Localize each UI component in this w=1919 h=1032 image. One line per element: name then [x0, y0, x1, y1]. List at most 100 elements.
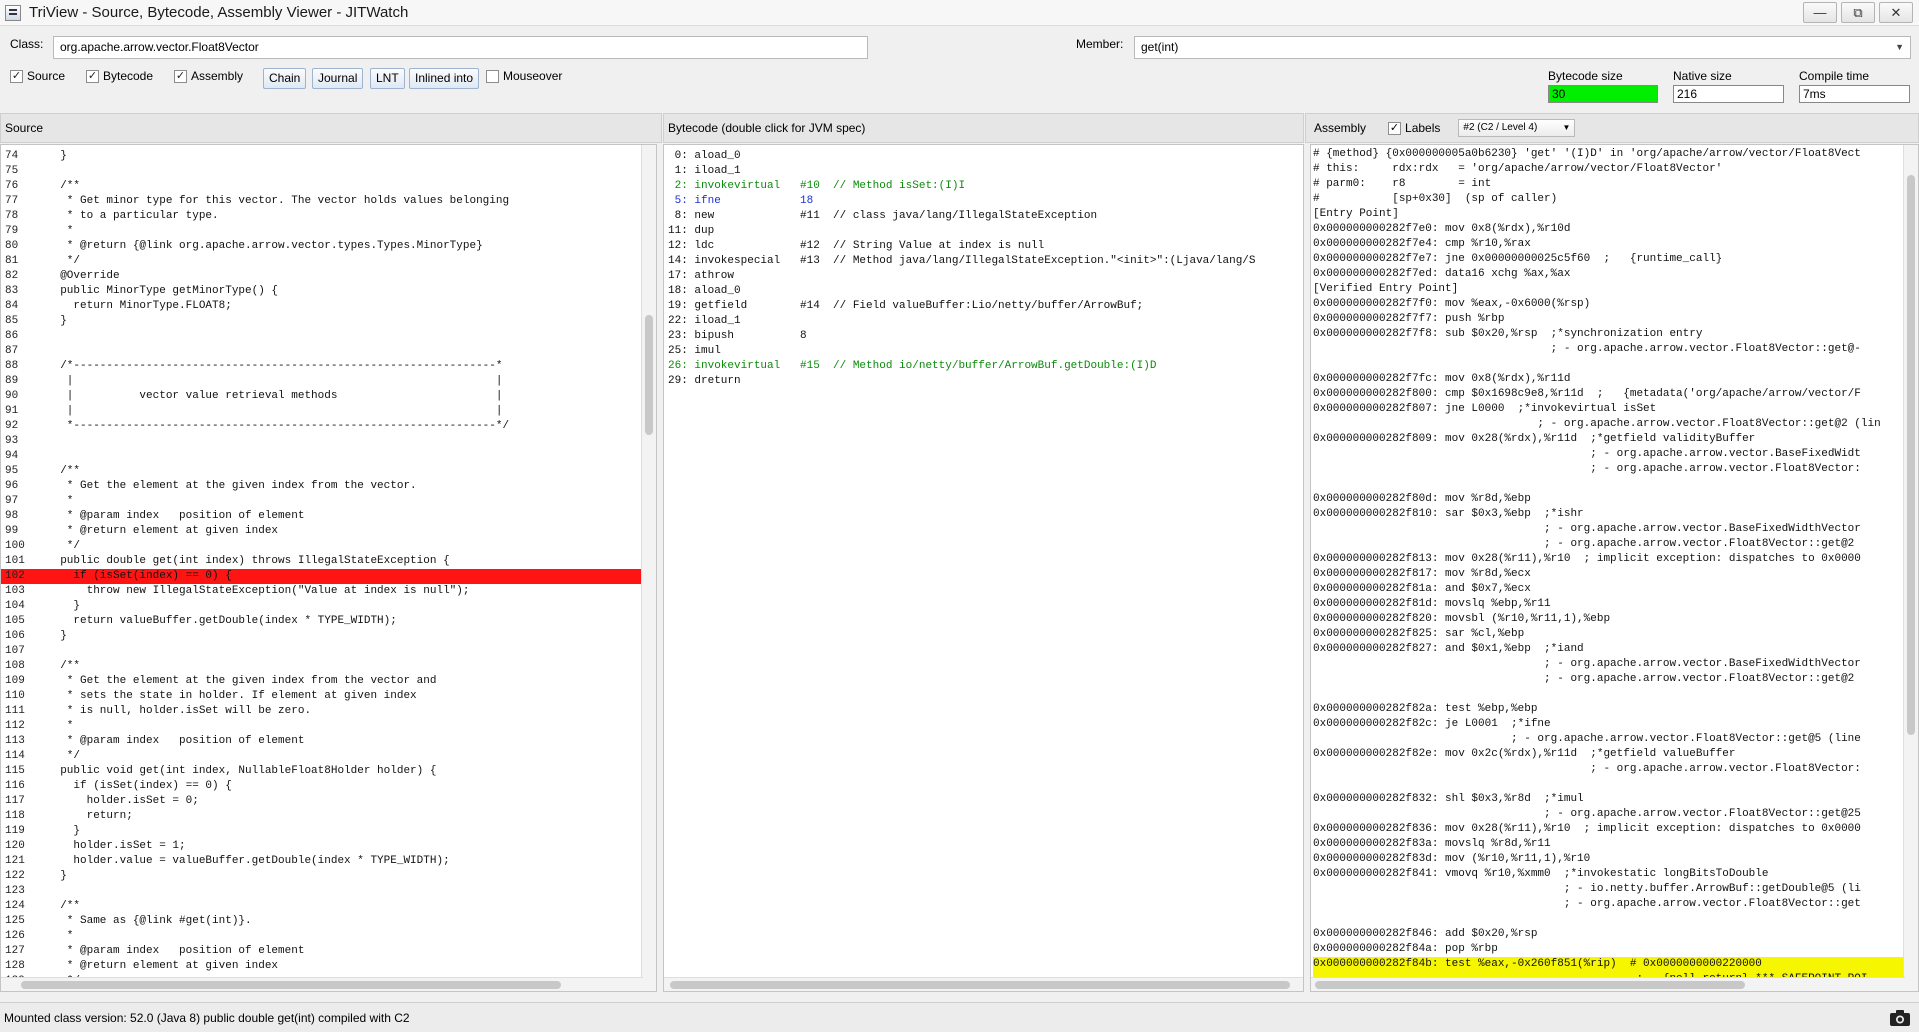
compile-level-select[interactable]: #2 (C2 / Level 4) ▼ [1458, 119, 1576, 137]
source-line[interactable]: 114 */ [1, 749, 656, 764]
source-line[interactable]: 80 * @return {@link org.apache.arrow.vec… [1, 239, 656, 254]
bytecode-instruction[interactable]: 26: invokevirtual #15 // Method io/netty… [668, 359, 1303, 374]
class-input[interactable]: org.apache.arrow.vector.Float8Vector [53, 36, 868, 59]
assembly-line[interactable]: ; - org.apache.arrow.vector.Float8Vector… [1313, 897, 1918, 912]
source-line[interactable]: 120 holder.isSet = 1; [1, 839, 656, 854]
source-line[interactable]: 118 return; [1, 809, 656, 824]
bytecode-instruction[interactable]: 5: ifne 18 [668, 194, 1303, 209]
source-line[interactable]: 126 * [1, 929, 656, 944]
assembly-line[interactable]: 0x000000000282f7fc: mov 0x8(%rdx),%r11d [1313, 372, 1918, 387]
assembly-line[interactable]: 0x000000000282f82e: mov 0x2c(%rdx),%r11d… [1313, 747, 1918, 762]
source-line[interactable]: 91 | | [1, 404, 656, 419]
source-line[interactable]: 123 [1, 884, 656, 899]
assembly-line[interactable]: [Verified Entry Point] [1313, 282, 1918, 297]
source-line[interactable]: 79 * [1, 224, 656, 239]
source-line[interactable]: 127 * @param index position of element [1, 944, 656, 959]
source-line-highlighted[interactable]: 102 if (isSet(index) == 0) { [1, 569, 656, 584]
scrollbar-thumb[interactable] [645, 315, 653, 435]
restore-button[interactable]: ⧉ [1841, 2, 1875, 23]
journal-button[interactable]: Journal [312, 68, 364, 89]
scrollbar-thumb[interactable] [1907, 175, 1915, 735]
assembly-line[interactable]: ; - org.apache.arrow.vector.Float8Vector… [1313, 732, 1918, 747]
assembly-line[interactable]: 0x000000000282f825: sar %cl,%ebp [1313, 627, 1918, 642]
assembly-line[interactable]: 0x000000000282f82a: test %ebp,%ebp [1313, 702, 1918, 717]
source-line[interactable]: 112 * [1, 719, 656, 734]
source-line[interactable]: 96 * Get the element at the given index … [1, 479, 656, 494]
assembly-line[interactable]: # parm0: r8 = int [1313, 177, 1918, 192]
camera-icon[interactable] [1889, 1009, 1911, 1027]
assembly-line[interactable]: # this: rdx:rdx = 'org/apache/arrow/vect… [1313, 162, 1918, 177]
assembly-line[interactable]: ; - org.apache.arrow.vector.BaseFixedWid… [1313, 657, 1918, 672]
assembly-line[interactable]: ; - org.apache.arrow.vector.Float8Vector… [1313, 537, 1918, 552]
bytecode-instruction[interactable]: 8: new #11 // class java/lang/IllegalSta… [668, 209, 1303, 224]
source-line[interactable]: 92 *------------------------------------… [1, 419, 656, 434]
assembly-pane[interactable]: # {method} {0x000000005a0b6230} 'get' '(… [1310, 144, 1919, 992]
source-line[interactable]: 122 } [1, 869, 656, 884]
source-line[interactable]: 75 [1, 164, 656, 179]
assembly-line[interactable]: 0x000000000282f807: jne L0000 ;*invokevi… [1313, 402, 1918, 417]
assembly-line[interactable]: 0x000000000282f7f8: sub $0x20,%rsp ;*syn… [1313, 327, 1918, 342]
assembly-line[interactable]: 0x000000000282f817: mov %r8d,%ecx [1313, 567, 1918, 582]
source-line[interactable]: 108 /** [1, 659, 656, 674]
scrollbar-thumb[interactable] [21, 981, 561, 989]
source-line[interactable]: 77 * Get minor type for this vector. The… [1, 194, 656, 209]
assembly-line[interactable]: 0x000000000282f841: vmovq %r10,%xmm0 ;*i… [1313, 867, 1918, 882]
bytecode-instruction[interactable]: 11: dup [668, 224, 1303, 239]
bytecode-instruction[interactable]: 19: getfield #14 // Field valueBuffer:Li… [668, 299, 1303, 314]
source-line[interactable]: 104 } [1, 599, 656, 614]
source-line[interactable]: 128 * @return element at given index [1, 959, 656, 974]
assembly-line[interactable]: 0x000000000282f83d: mov (%r10,%r11,1),%r… [1313, 852, 1918, 867]
bytecode-instruction[interactable]: 18: aload_0 [668, 284, 1303, 299]
source-line[interactable]: 85 } [1, 314, 656, 329]
assembly-line[interactable]: 0x000000000282f81d: movslq %ebp,%r11 [1313, 597, 1918, 612]
assembly-line[interactable]: # {method} {0x000000005a0b6230} 'get' '(… [1313, 147, 1918, 162]
assembly-line[interactable]: ; - org.apache.arrow.vector.BaseFixedWid… [1313, 447, 1918, 462]
assembly-line[interactable]: 0x000000000282f820: movsbl (%r10,%r11,1)… [1313, 612, 1918, 627]
assembly-line[interactable] [1313, 777, 1918, 792]
mouseover-checkbox[interactable]: Mouseover [486, 69, 562, 83]
source-line[interactable]: 87 [1, 344, 656, 359]
source-line[interactable]: 119 } [1, 824, 656, 839]
assembly-line[interactable] [1313, 477, 1918, 492]
source-line[interactable]: 107 [1, 644, 656, 659]
assembly-line[interactable]: 0x000000000282f809: mov 0x28(%rdx),%r11d… [1313, 432, 1918, 447]
bytecode-instruction[interactable]: 17: athrow [668, 269, 1303, 284]
assembly-line[interactable]: ; - org.apache.arrow.vector.Float8Vector… [1313, 762, 1918, 777]
assembly-line[interactable]: 0x000000000282f810: sar $0x3,%ebp ;*ishr [1313, 507, 1918, 522]
source-line[interactable]: 74 } [1, 149, 656, 164]
assembly-line[interactable]: 0x000000000282f81a: and $0x7,%ecx [1313, 582, 1918, 597]
source-line[interactable]: 117 holder.isSet = 0; [1, 794, 656, 809]
assembly-line-highlighted[interactable]: 0x000000000282f84b: test %eax,-0x260f851… [1313, 957, 1918, 972]
source-pane[interactable]: 74 } 75 76 /** 77 * Get minor type for this… [0, 144, 657, 992]
source-line[interactable]: 88 /*-----------------------------------… [1, 359, 656, 374]
source-line[interactable]: 105 return valueBuffer.getDouble(index *… [1, 614, 656, 629]
source-line[interactable]: 76 /** [1, 179, 656, 194]
assembly-line[interactable]: 0x000000000282f7f7: push %rbp [1313, 312, 1918, 327]
bytecode-instruction[interactable]: 1: iload_1 [668, 164, 1303, 179]
source-line[interactable]: 103 throw new IllegalStateException("Val… [1, 584, 656, 599]
assembly-line[interactable]: 0x000000000282f80d: mov %r8d,%ebp [1313, 492, 1918, 507]
assembly-line[interactable]: 0x000000000282f7f0: mov %eax,-0x6000(%rs… [1313, 297, 1918, 312]
source-line[interactable]: 106 } [1, 629, 656, 644]
source-line[interactable]: 116 if (isSet(index) == 0) { [1, 779, 656, 794]
assembly-line[interactable]: 0x000000000282f827: and $0x1,%ebp ;*iand [1313, 642, 1918, 657]
assembly-horizontal-scrollbar[interactable] [1311, 977, 1905, 991]
source-line[interactable]: 98 * @param index position of element [1, 509, 656, 524]
close-button[interactable]: ✕ [1879, 2, 1913, 23]
source-line[interactable]: 78 * to a particular type. [1, 209, 656, 224]
bytecode-instruction[interactable]: 25: imul [668, 344, 1303, 359]
source-vertical-scrollbar[interactable] [641, 145, 656, 991]
assembly-line[interactable]: 0x000000000282f7ed: data16 xchg %ax,%ax [1313, 267, 1918, 282]
assembly-line[interactable]: ; - org.apache.arrow.vector.Float8Vector… [1313, 807, 1918, 822]
source-line[interactable]: 99 * @return element at given index [1, 524, 656, 539]
bytecode-instruction[interactable]: 0: aload_0 [668, 149, 1303, 164]
assembly-line[interactable]: ; - org.apache.arrow.vector.Float8Vector… [1313, 417, 1918, 432]
source-line[interactable]: 100 */ [1, 539, 656, 554]
assembly-line[interactable]: ; - io.netty.buffer.ArrowBuf::getDouble@… [1313, 882, 1918, 897]
assembly-line[interactable]: 0x000000000282f7e4: cmp %r10,%rax [1313, 237, 1918, 252]
bytecode-pane[interactable]: 0: aload_0 1: iload_1 2: invokevirtual #… [663, 144, 1304, 992]
assembly-line[interactable] [1313, 687, 1918, 702]
assembly-line[interactable]: ; - org.apache.arrow.vector.Float8Vector… [1313, 672, 1918, 687]
assembly-line[interactable]: ; - org.apache.arrow.vector.Float8Vector… [1313, 342, 1918, 357]
member-select[interactable]: get(int) ▼ [1134, 36, 1911, 59]
